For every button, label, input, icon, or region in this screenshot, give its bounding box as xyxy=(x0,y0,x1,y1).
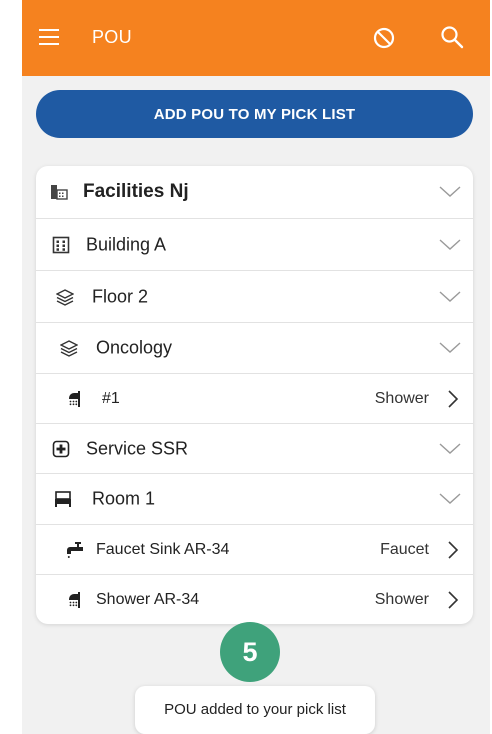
search-icon[interactable] xyxy=(438,23,466,51)
toast-message: POU added to your pick list xyxy=(135,686,375,734)
bed-icon xyxy=(55,491,71,507)
add-pou-to-pick-list-button[interactable]: ADD POU TO MY PICK LIST xyxy=(36,90,473,138)
building-icon xyxy=(52,236,70,253)
department-label: Oncology xyxy=(96,337,173,358)
faucet-icon xyxy=(67,541,83,558)
chevron-right-icon[interactable] xyxy=(447,389,459,408)
chevron-right-icon[interactable] xyxy=(447,540,459,559)
app-bar: POU xyxy=(22,0,490,76)
facility-icon xyxy=(51,185,68,200)
pou-label: #1 xyxy=(102,389,120,407)
tree-row-floor[interactable]: Floor 2 xyxy=(36,271,473,323)
pou-row-shower[interactable]: Shower AR-34 Shower xyxy=(36,575,473,624)
layers-icon xyxy=(56,288,74,306)
floor-label: Floor 2 xyxy=(92,286,149,306)
room-label: Room 1 xyxy=(92,488,156,509)
page-title: POU xyxy=(92,27,132,47)
pou-type: Shower xyxy=(374,590,429,608)
pou-row-faucet[interactable]: Faucet Sink AR-34 Faucet xyxy=(36,525,473,575)
location-tree-card: Facilities Nj Building A Floor 2 Oncolog… xyxy=(36,166,473,624)
chevron-down-icon[interactable] xyxy=(439,186,461,198)
app-screen: POU ADD POU TO MY PICK LIST Facilities N… xyxy=(22,0,490,734)
tree-row-facility[interactable]: Facilities Nj xyxy=(36,166,473,219)
chevron-right-icon[interactable] xyxy=(447,590,459,609)
building-label: Building A xyxy=(86,234,167,254)
chevron-down-icon[interactable] xyxy=(439,290,461,303)
chevron-down-icon[interactable] xyxy=(439,493,461,505)
pou-label: Shower AR-34 xyxy=(96,590,200,608)
hamburger-menu-icon[interactable] xyxy=(38,26,60,48)
service-label: Service SSR xyxy=(86,438,189,458)
chevron-down-icon[interactable] xyxy=(439,238,461,251)
medical-plus-icon xyxy=(52,440,70,457)
tree-row-room[interactable]: Room 1 xyxy=(36,474,473,525)
shower-icon xyxy=(69,390,80,407)
chevron-down-icon[interactable] xyxy=(439,442,461,455)
pou-label: Faucet Sink AR-34 xyxy=(96,540,230,558)
block-icon[interactable] xyxy=(370,24,398,52)
layers-icon xyxy=(60,340,78,357)
pick-list-count-badge: 5 xyxy=(220,622,280,682)
shower-icon xyxy=(69,591,80,608)
tree-row-building[interactable]: Building A xyxy=(36,219,473,271)
pou-row-shower-1[interactable]: #1 Shower xyxy=(36,374,473,424)
facility-label: Facilities Nj xyxy=(83,181,189,202)
tree-row-department[interactable]: Oncology xyxy=(36,323,473,374)
pou-type: Faucet xyxy=(380,540,429,558)
chevron-down-icon[interactable] xyxy=(439,342,461,354)
pou-type: Shower xyxy=(374,389,429,407)
tree-row-service[interactable]: Service SSR xyxy=(36,424,473,474)
